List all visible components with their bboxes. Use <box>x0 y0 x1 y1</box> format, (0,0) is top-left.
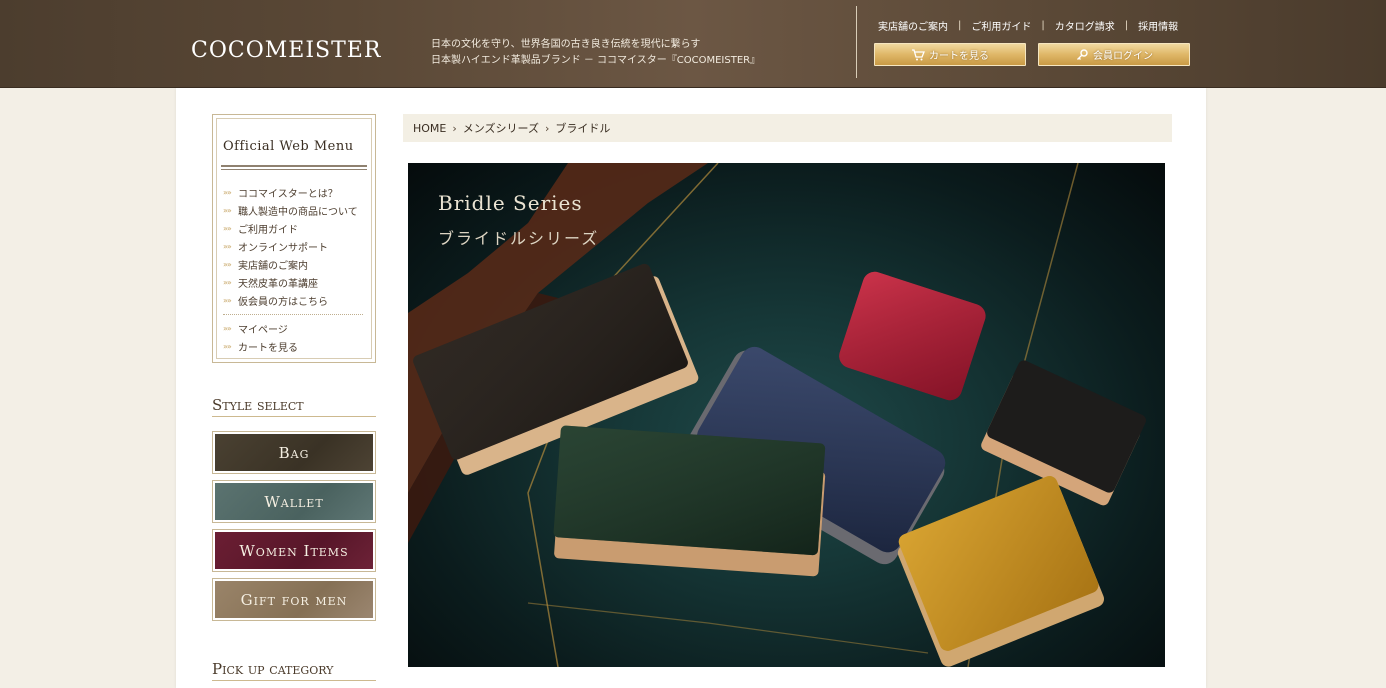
member-login-label: 会員ログイン <box>1093 51 1153 62</box>
site-header: COCOMEISTER 日本の文化を守り、世界各国の古き良き伝統を現代に繋らす … <box>0 0 1386 88</box>
breadcrumb-mens-series[interactable]: メンズシリーズ <box>463 120 539 136</box>
key-icon <box>1075 48 1089 61</box>
top-link-stores[interactable]: 実店舗のご案内 <box>872 18 954 33</box>
top-link-separator: | <box>958 20 962 31</box>
top-link-careers[interactable]: 採用情報 <box>1132 18 1184 33</box>
hero-subtitle: ブライドルシリーズ <box>438 229 600 248</box>
menu-item-in-production[interactable]: »» 職人製造中の商品について <box>223 201 363 219</box>
menu-item-stores[interactable]: »» 実店舗のご案内 <box>223 255 363 273</box>
menu-item-label: ココマイスターとは？ <box>238 188 338 200</box>
web-menu-rule <box>221 165 367 170</box>
pickup-category-heading: Pick up category <box>212 660 376 681</box>
tagline-line-1: 日本の文化を守り、世界各国の古き良き伝統を現代に繋らす <box>431 39 701 50</box>
top-link-separator: | <box>1124 20 1129 31</box>
site-tagline: 日本の文化を守り、世界各国の古き良き伝統を現代に繋らす 日本製ハイエンド革製品ブ… <box>431 37 760 69</box>
menu-item-label: 職人製造中の商品について <box>238 206 358 218</box>
site-logo[interactable]: COCOMEISTER <box>191 38 381 63</box>
style-select-heading: Style select <box>212 396 376 417</box>
breadcrumb: HOME › メンズシリーズ › ブライドル <box>403 114 1172 142</box>
menu-item-provisional-member[interactable]: »» 仮会員の方はこちら <box>223 291 363 309</box>
breadcrumb-current: ブライドル <box>555 122 611 135</box>
top-links: 実店舗のご案内 | ご利用ガイド | カタログ請求 | 採用情報 <box>872 18 1184 33</box>
menu-item-about[interactable]: »» ココマイスターとは？ <box>223 183 363 201</box>
web-menu-list: »» ココマイスターとは？ »» 職人製造中の商品について »» ご利用ガイド »» オ… <box>223 183 363 355</box>
member-login-button[interactable]: 会員ログイン <box>1038 43 1190 66</box>
tagline-line-2: 日本製ハイエンド革製品ブランド － ココマイスター『COCOMEISTER』 <box>431 55 761 66</box>
style-women-items-button[interactable]: Women Items <box>212 529 376 572</box>
style-women-items-label: Women Items <box>215 532 373 569</box>
bullet-icon: »» <box>223 205 232 215</box>
hero-banner: Bridle Series ブライドルシリーズ <box>408 163 1165 667</box>
bullet-icon: »» <box>223 241 232 251</box>
bullet-icon: »» <box>223 277 232 287</box>
menu-item-guide[interactable]: »» ご利用ガイド <box>223 219 363 237</box>
menu-divider <box>223 314 363 315</box>
menu-item-cart[interactable]: »» カートを見る <box>223 337 363 355</box>
bullet-icon: »» <box>223 323 232 333</box>
menu-item-label: 仮会員の方はこちら <box>238 296 328 308</box>
hero-title: Bridle Series <box>438 191 583 215</box>
bullet-icon: »» <box>223 341 232 351</box>
view-cart-label: カートを見る <box>929 51 989 62</box>
menu-item-label: オンラインサポート <box>238 242 328 254</box>
view-cart-button[interactable]: カートを見る <box>874 43 1026 66</box>
chevron-right-icon: › <box>545 121 550 135</box>
bullet-icon: »» <box>223 187 232 197</box>
style-bag-label: Bag <box>215 434 373 471</box>
menu-item-label: ご利用ガイド <box>238 224 298 236</box>
menu-item-support[interactable]: »» オンラインサポート <box>223 237 363 255</box>
header-divider <box>856 6 857 78</box>
menu-item-mypage[interactable]: »» マイページ <box>223 319 363 337</box>
bullet-icon: »» <box>223 259 232 269</box>
style-bag-button[interactable]: Bag <box>212 431 376 474</box>
top-link-catalog[interactable]: カタログ請求 <box>1049 18 1121 33</box>
style-wallet-label: Wallet <box>215 483 373 520</box>
style-gift-label: Gift for men <box>215 581 373 618</box>
top-link-guide[interactable]: ご利用ガイド <box>965 18 1037 33</box>
official-web-menu: Official Web Menu »» ココマイスターとは？ »» 職人製造中の商… <box>212 114 376 363</box>
bullet-icon: »» <box>223 223 232 233</box>
menu-item-label: カートを見る <box>238 342 298 354</box>
web-menu-title: Official Web Menu <box>223 139 354 154</box>
menu-item-label: 実店舗のご案内 <box>238 260 308 272</box>
bullet-icon: »» <box>223 295 232 305</box>
menu-item-label: 天然皮革の革講座 <box>238 278 318 290</box>
menu-item-leather-course[interactable]: »» 天然皮革の革講座 <box>223 273 363 291</box>
top-link-separator: | <box>1041 20 1045 31</box>
menu-item-label: マイページ <box>238 324 288 336</box>
style-wallet-button[interactable]: Wallet <box>212 480 376 523</box>
chevron-right-icon: › <box>452 121 457 135</box>
cart-icon <box>911 48 925 61</box>
style-gift-for-men-button[interactable]: Gift for men <box>212 578 376 621</box>
breadcrumb-home[interactable]: HOME <box>413 122 446 135</box>
